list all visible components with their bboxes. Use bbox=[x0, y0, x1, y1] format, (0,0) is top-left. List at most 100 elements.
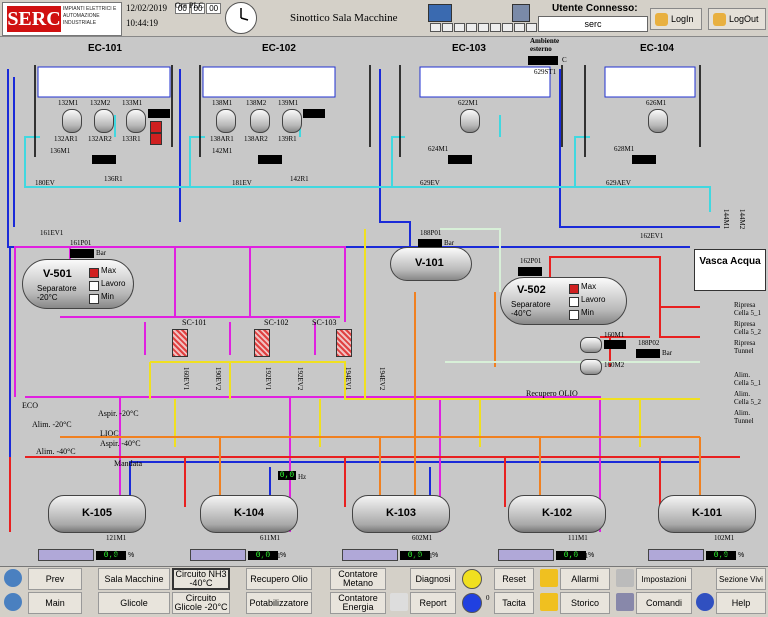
tacita-lamp-icon[interactable] bbox=[462, 593, 482, 613]
storico-button[interactable]: Storico bbox=[560, 592, 610, 614]
vessel-sub: Separatore -20°C bbox=[37, 284, 77, 302]
fan-motor-icon[interactable] bbox=[460, 109, 480, 133]
login-button[interactable]: LogIn bbox=[650, 8, 702, 30]
ambient-display bbox=[528, 56, 558, 65]
footer-nav: Prev Main Sala Macchine Glicole Circuito… bbox=[0, 566, 768, 617]
vessel-v101[interactable]: V-101 bbox=[390, 247, 472, 281]
allarmi-button[interactable]: Allarmi bbox=[560, 568, 610, 590]
commands-icon[interactable] bbox=[616, 593, 634, 611]
circuito-glicole-button[interactable]: Circuito Glicole -20°C bbox=[172, 592, 230, 614]
pump-icon[interactable] bbox=[580, 359, 602, 375]
vessel-name: V-501 bbox=[43, 268, 72, 280]
fan-motor-icon[interactable] bbox=[282, 109, 302, 133]
contatore-metano-button[interactable]: Contatore Metano bbox=[330, 568, 386, 590]
ar-label: 138AR1 bbox=[210, 135, 234, 143]
fan-motor-icon[interactable] bbox=[62, 109, 82, 133]
valve-label: 194EV1 bbox=[344, 367, 352, 391]
fan-motor-icon[interactable] bbox=[94, 109, 114, 133]
recupero-olio-button[interactable]: Recupero Olio bbox=[246, 568, 312, 590]
load-bar bbox=[38, 549, 94, 561]
vessel-v501[interactable]: V-501 Separatore -20°C Max Lavoro Min bbox=[22, 259, 134, 309]
login-label: LogIn bbox=[671, 14, 694, 24]
alarm-lamp bbox=[150, 133, 162, 145]
plc-rack-icon[interactable] bbox=[512, 4, 530, 22]
compressor-k105[interactable]: K-105 bbox=[48, 495, 146, 533]
subcooler-icon[interactable] bbox=[336, 329, 352, 357]
compressor-k104[interactable]: K-104 bbox=[200, 495, 298, 533]
fan-motor-icon[interactable] bbox=[126, 109, 146, 133]
help-button[interactable]: Help bbox=[716, 592, 766, 614]
pump-icon[interactable] bbox=[580, 337, 602, 353]
pt-label: 188P01 bbox=[420, 229, 442, 237]
fan-motor-icon[interactable] bbox=[250, 109, 270, 133]
fan-motor-icon[interactable] bbox=[216, 109, 236, 133]
contatore-energia-button[interactable]: Contatore Energia bbox=[330, 592, 386, 614]
pct-unit: % bbox=[128, 551, 135, 559]
sala-macchine-button[interactable]: Sala Macchine bbox=[98, 568, 170, 590]
fan-motor-icon[interactable] bbox=[648, 109, 668, 133]
warning-icon[interactable] bbox=[540, 593, 558, 611]
sezione-vivi-button[interactable]: Sezione Vivi bbox=[716, 568, 766, 590]
ar-label: 133R1 bbox=[122, 135, 141, 143]
motor-label: 626M1 bbox=[646, 99, 667, 107]
globe-icon[interactable] bbox=[4, 593, 22, 611]
glicole-button[interactable]: Glicole bbox=[98, 592, 170, 614]
clock-icon bbox=[225, 2, 257, 34]
valve-label: 194EV2 bbox=[378, 367, 386, 391]
prev-button[interactable]: Prev bbox=[28, 568, 82, 590]
tools-icon[interactable] bbox=[616, 569, 634, 587]
circuito-nh3-button[interactable]: Circuito NH3 -40°C bbox=[172, 568, 230, 590]
ar-label: 138AR2 bbox=[244, 135, 268, 143]
fan-label: 628M1 bbox=[614, 145, 635, 153]
compressor-k102[interactable]: K-102 bbox=[508, 495, 606, 533]
hz-unit: Hz bbox=[298, 473, 307, 481]
reset-button[interactable]: Reset bbox=[494, 568, 534, 590]
ec104-title: EC-104 bbox=[640, 43, 674, 54]
globe-icon[interactable] bbox=[4, 569, 22, 587]
logo-text: SERC bbox=[7, 6, 61, 32]
warning-icon[interactable] bbox=[540, 569, 558, 587]
hz-display: 0,0 bbox=[278, 471, 296, 480]
cooler-label: SC-103 bbox=[312, 318, 337, 327]
compressor-k101[interactable]: K-101 bbox=[658, 495, 756, 533]
printer-icon[interactable] bbox=[390, 593, 408, 611]
value-display bbox=[604, 340, 626, 349]
pressure-display bbox=[636, 349, 660, 358]
vessel-name: V-101 bbox=[415, 257, 444, 269]
subcooler-icon[interactable] bbox=[254, 329, 270, 357]
diagnosi-button[interactable]: Diagnosi bbox=[410, 568, 456, 590]
vasca-name: Vasca Acqua bbox=[699, 256, 761, 267]
tacita-button[interactable]: Tacita bbox=[494, 592, 534, 614]
potabilizzatore-button[interactable]: Potabilizzatore bbox=[246, 592, 312, 614]
logout-button[interactable]: LogOut bbox=[708, 8, 766, 30]
vasca-acqua-tank[interactable]: Vasca Acqua bbox=[694, 249, 766, 291]
ec103-title: EC-103 bbox=[452, 43, 486, 54]
line-label: Alim. -40°C bbox=[36, 447, 76, 456]
level-min-label: Min bbox=[101, 292, 114, 301]
vessel-v502[interactable]: V-502 Separatore -40°C Max Lavoro Min bbox=[500, 277, 627, 325]
line-label: Ripresa Cella 5_1 bbox=[734, 301, 762, 317]
reset-lamp-icon[interactable] bbox=[462, 569, 482, 589]
compressor-k103[interactable]: K-103 bbox=[352, 495, 450, 533]
report-button[interactable]: Report bbox=[410, 592, 456, 614]
value-display bbox=[303, 109, 325, 118]
level-max-indicator bbox=[569, 284, 579, 294]
subcooler-icon[interactable] bbox=[172, 329, 188, 357]
comandi-button[interactable]: Comandi bbox=[636, 592, 692, 614]
status-led bbox=[502, 23, 513, 32]
process-diagram: EC-101 EC-102 EC-103 EC-104 132M1 132M2 … bbox=[0, 37, 768, 565]
line-label: Ripresa Tunnel bbox=[734, 339, 756, 355]
help-icon[interactable] bbox=[696, 593, 714, 611]
m-label: 602M1 bbox=[412, 534, 433, 542]
user-label: Utente Connesso: bbox=[552, 3, 638, 14]
pct-unit: % bbox=[738, 551, 745, 559]
alarm-lamp bbox=[150, 121, 162, 133]
r-label: 603R1 bbox=[414, 552, 433, 560]
main-button[interactable]: Main bbox=[28, 592, 82, 614]
network-icon[interactable] bbox=[428, 4, 452, 22]
ev-label: 162EV1 bbox=[640, 232, 664, 240]
valve-label: 629EV bbox=[420, 179, 440, 187]
pump-label: 160M2 bbox=[604, 361, 625, 369]
impostazioni-button[interactable]: Impostazioni bbox=[636, 568, 692, 590]
ambient-label: Ambiente esterno bbox=[530, 37, 560, 53]
